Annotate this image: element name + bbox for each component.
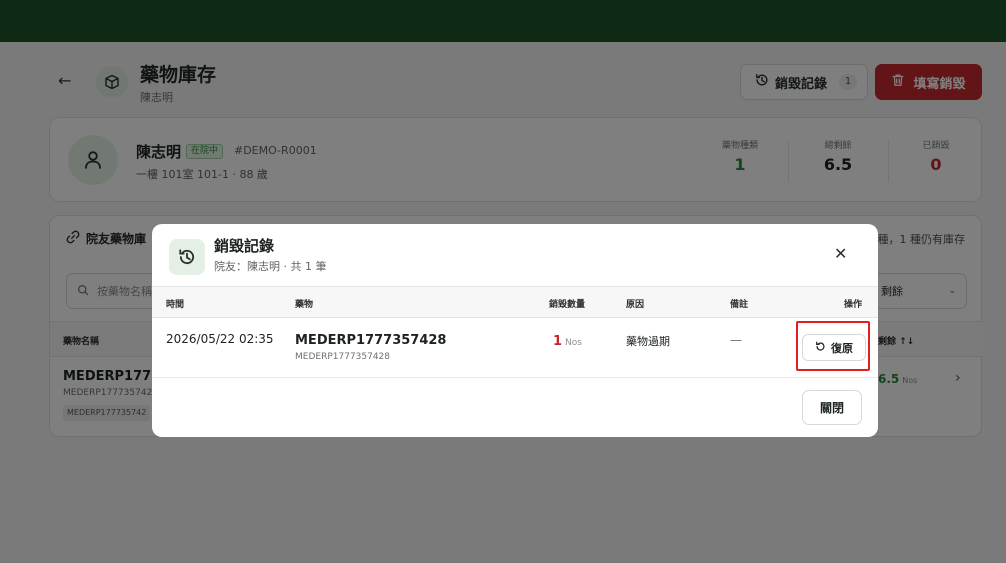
destroy-history-modal: 銷毀記錄 院友：陳志明 · 共 1 筆 ✕ 時間 藥物 銷毀數量 原因 備註 操… <box>152 224 878 437</box>
close-icon[interactable]: ✕ <box>834 244 847 264</box>
modal-table-header: 時間 藥物 銷毀數量 原因 備註 操作 <box>152 286 878 318</box>
restore-button-label: 復原 <box>831 341 853 355</box>
row-medicine-code: MEDERP1777357428 <box>295 352 391 362</box>
row-reason: 藥物過期 <box>626 335 670 348</box>
modal-subtitle: 院友：陳志明 · 共 1 筆 <box>214 260 327 273</box>
undo-icon <box>815 341 826 355</box>
row-note: — <box>730 333 742 347</box>
col-reason: 原因 <box>626 300 645 310</box>
row-qty: 1 Nos <box>553 334 582 349</box>
row-qty-unit: Nos <box>565 338 582 348</box>
row-time: 2026/05/22 02:35 <box>166 332 274 346</box>
table-row: 2026/05/22 02:35 MEDERP1777357428 MEDERP… <box>152 318 878 378</box>
col-medicine: 藥物 <box>295 300 314 310</box>
col-time: 時間 <box>166 300 185 310</box>
col-action: 操作 <box>844 300 863 310</box>
modal-title: 銷毀記錄 <box>214 237 275 255</box>
row-qty-value: 1 <box>553 334 563 349</box>
restore-button[interactable]: 復原 <box>802 334 866 361</box>
close-button[interactable]: 關閉 <box>802 390 862 425</box>
row-medicine: MEDERP1777357428 <box>295 333 447 348</box>
col-note: 備註 <box>730 300 749 310</box>
col-qty: 銷毀數量 <box>549 300 586 310</box>
history-icon <box>169 239 205 275</box>
